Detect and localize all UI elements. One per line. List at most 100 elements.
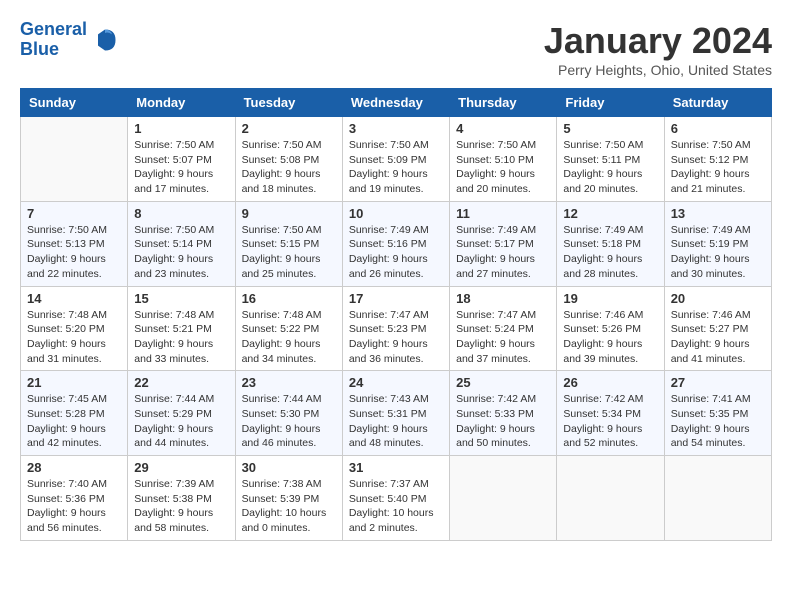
- calendar-cell: 29 Sunrise: 7:39 AM Sunset: 5:38 PM Dayli…: [128, 456, 235, 541]
- day-number: 11: [456, 206, 550, 221]
- calendar-cell: 28 Sunrise: 7:40 AM Sunset: 5:36 PM Dayli…: [21, 456, 128, 541]
- calendar-cell: 23 Sunrise: 7:44 AM Sunset: 5:30 PM Dayli…: [235, 371, 342, 456]
- header-tuesday: Tuesday: [235, 89, 342, 117]
- page-header: General Blue January 2024 Perry Heights,…: [20, 20, 772, 78]
- header-thursday: Thursday: [450, 89, 557, 117]
- header-monday: Monday: [128, 89, 235, 117]
- logo-icon: [91, 26, 119, 54]
- calendar-week-4: 28 Sunrise: 7:40 AM Sunset: 5:36 PM Dayli…: [21, 456, 772, 541]
- calendar-cell: 31 Sunrise: 7:37 AM Sunset: 5:40 PM Dayli…: [342, 456, 449, 541]
- day-number: 20: [671, 291, 765, 306]
- day-number: 19: [563, 291, 657, 306]
- title-section: January 2024 Perry Heights, Ohio, United…: [544, 20, 772, 78]
- calendar-cell: 9 Sunrise: 7:50 AM Sunset: 5:15 PM Daylig…: [235, 201, 342, 286]
- day-number: 6: [671, 121, 765, 136]
- day-number: 26: [563, 375, 657, 390]
- day-number: 17: [349, 291, 443, 306]
- day-number: 4: [456, 121, 550, 136]
- calendar-cell: [21, 117, 128, 202]
- calendar-cell: 30Sunrise: 7:38 AM Sunset: 5:39 PM Dayli…: [235, 456, 342, 541]
- day-number: 23: [242, 375, 336, 390]
- calendar-cell: 22 Sunrise: 7:44 AM Sunset: 5:29 PM Dayli…: [128, 371, 235, 456]
- calendar-cell: 24 Sunrise: 7:43 AM Sunset: 5:31 PM Dayli…: [342, 371, 449, 456]
- calendar-header-row: SundayMondayTuesdayWednesdayThursdayFrid…: [21, 89, 772, 117]
- day-info: Sunrise: 7:37 AM Sunset: 5:40 PM Dayligh…: [349, 477, 443, 536]
- day-info: Sunrise: 7:44 AM Sunset: 5:30 PM Dayligh…: [242, 392, 336, 451]
- day-number: 7: [27, 206, 121, 221]
- day-info: Sunrise: 7:50 AM Sunset: 5:10 PM Dayligh…: [456, 138, 550, 197]
- day-info: Sunrise: 7:50 AM Sunset: 5:14 PM Dayligh…: [134, 223, 228, 282]
- calendar-cell: 18 Sunrise: 7:47 AM Sunset: 5:24 PM Dayli…: [450, 286, 557, 371]
- calendar-cell: 10Sunrise: 7:49 AM Sunset: 5:16 PM Dayli…: [342, 201, 449, 286]
- logo-line2: Blue: [20, 39, 59, 59]
- day-number: 14: [27, 291, 121, 306]
- calendar-cell: 19 Sunrise: 7:46 AM Sunset: 5:26 PM Dayli…: [557, 286, 664, 371]
- day-info: Sunrise: 7:50 AM Sunset: 5:07 PM Dayligh…: [134, 138, 228, 197]
- day-number: 28: [27, 460, 121, 475]
- day-number: 27: [671, 375, 765, 390]
- day-info: Sunrise: 7:46 AM Sunset: 5:26 PM Dayligh…: [563, 308, 657, 367]
- calendar-cell: 14 Sunrise: 7:48 AM Sunset: 5:20 PM Dayli…: [21, 286, 128, 371]
- calendar-cell: [557, 456, 664, 541]
- day-info: Sunrise: 7:49 AM Sunset: 5:19 PM Dayligh…: [671, 223, 765, 282]
- day-info: Sunrise: 7:49 AM Sunset: 5:18 PM Dayligh…: [563, 223, 657, 282]
- day-info: Sunrise: 7:45 AM Sunset: 5:28 PM Dayligh…: [27, 392, 121, 451]
- calendar-cell: 15 Sunrise: 7:48 AM Sunset: 5:21 PM Dayli…: [128, 286, 235, 371]
- day-info: Sunrise: 7:41 AM Sunset: 5:35 PM Dayligh…: [671, 392, 765, 451]
- logo-text: General Blue: [20, 20, 87, 60]
- day-info: Sunrise: 7:49 AM Sunset: 5:16 PM Dayligh…: [349, 223, 443, 282]
- day-info: Sunrise: 7:50 AM Sunset: 5:15 PM Dayligh…: [242, 223, 336, 282]
- day-info: Sunrise: 7:42 AM Sunset: 5:33 PM Dayligh…: [456, 392, 550, 451]
- day-info: Sunrise: 7:47 AM Sunset: 5:24 PM Dayligh…: [456, 308, 550, 367]
- calendar-cell: 26 Sunrise: 7:42 AM Sunset: 5:34 PM Dayli…: [557, 371, 664, 456]
- day-info: Sunrise: 7:42 AM Sunset: 5:34 PM Dayligh…: [563, 392, 657, 451]
- day-number: 5: [563, 121, 657, 136]
- day-info: Sunrise: 7:50 AM Sunset: 5:09 PM Dayligh…: [349, 138, 443, 197]
- day-number: 25: [456, 375, 550, 390]
- day-number: 31: [349, 460, 443, 475]
- calendar-cell: 1Sunrise: 7:50 AM Sunset: 5:07 PM Daylig…: [128, 117, 235, 202]
- day-number: 9: [242, 206, 336, 221]
- day-info: Sunrise: 7:48 AM Sunset: 5:20 PM Dayligh…: [27, 308, 121, 367]
- day-info: Sunrise: 7:40 AM Sunset: 5:36 PM Dayligh…: [27, 477, 121, 536]
- day-number: 15: [134, 291, 228, 306]
- day-number: 18: [456, 291, 550, 306]
- header-friday: Friday: [557, 89, 664, 117]
- day-info: Sunrise: 7:39 AM Sunset: 5:38 PM Dayligh…: [134, 477, 228, 536]
- day-number: 16: [242, 291, 336, 306]
- calendar-cell: 11 Sunrise: 7:49 AM Sunset: 5:17 PM Dayli…: [450, 201, 557, 286]
- day-info: Sunrise: 7:44 AM Sunset: 5:29 PM Dayligh…: [134, 392, 228, 451]
- day-info: Sunrise: 7:50 AM Sunset: 5:08 PM Dayligh…: [242, 138, 336, 197]
- logo-line1: General: [20, 19, 87, 39]
- day-number: 29: [134, 460, 228, 475]
- location: Perry Heights, Ohio, United States: [544, 62, 772, 78]
- calendar-cell: 21 Sunrise: 7:45 AM Sunset: 5:28 PM Dayli…: [21, 371, 128, 456]
- day-number: 24: [349, 375, 443, 390]
- day-number: 13: [671, 206, 765, 221]
- day-number: 8: [134, 206, 228, 221]
- day-info: Sunrise: 7:46 AM Sunset: 5:27 PM Dayligh…: [671, 308, 765, 367]
- calendar-cell: 12 Sunrise: 7:49 AM Sunset: 5:18 PM Dayli…: [557, 201, 664, 286]
- day-info: Sunrise: 7:38 AM Sunset: 5:39 PM Dayligh…: [242, 477, 336, 536]
- calendar-cell: 7 Sunrise: 7:50 AM Sunset: 5:13 PM Daylig…: [21, 201, 128, 286]
- day-info: Sunrise: 7:49 AM Sunset: 5:17 PM Dayligh…: [456, 223, 550, 282]
- day-number: 12: [563, 206, 657, 221]
- calendar-cell: 20 Sunrise: 7:46 AM Sunset: 5:27 PM Dayli…: [664, 286, 771, 371]
- calendar-week-2: 14 Sunrise: 7:48 AM Sunset: 5:20 PM Dayli…: [21, 286, 772, 371]
- day-info: Sunrise: 7:47 AM Sunset: 5:23 PM Dayligh…: [349, 308, 443, 367]
- calendar-cell: 2Sunrise: 7:50 AM Sunset: 5:08 PM Daylig…: [235, 117, 342, 202]
- day-number: 22: [134, 375, 228, 390]
- day-info: Sunrise: 7:43 AM Sunset: 5:31 PM Dayligh…: [349, 392, 443, 451]
- day-info: Sunrise: 7:50 AM Sunset: 5:13 PM Dayligh…: [27, 223, 121, 282]
- calendar-cell: 5Sunrise: 7:50 AM Sunset: 5:11 PM Daylig…: [557, 117, 664, 202]
- header-sunday: Sunday: [21, 89, 128, 117]
- header-wednesday: Wednesday: [342, 89, 449, 117]
- calendar-cell: 16Sunrise: 7:48 AM Sunset: 5:22 PM Dayli…: [235, 286, 342, 371]
- day-info: Sunrise: 7:50 AM Sunset: 5:12 PM Dayligh…: [671, 138, 765, 197]
- calendar-week-3: 21 Sunrise: 7:45 AM Sunset: 5:28 PM Dayli…: [21, 371, 772, 456]
- calendar-cell: 8 Sunrise: 7:50 AM Sunset: 5:14 PM Daylig…: [128, 201, 235, 286]
- calendar-cell: 3Sunrise: 7:50 AM Sunset: 5:09 PM Daylig…: [342, 117, 449, 202]
- day-info: Sunrise: 7:48 AM Sunset: 5:21 PM Dayligh…: [134, 308, 228, 367]
- day-number: 21: [27, 375, 121, 390]
- calendar-cell: [664, 456, 771, 541]
